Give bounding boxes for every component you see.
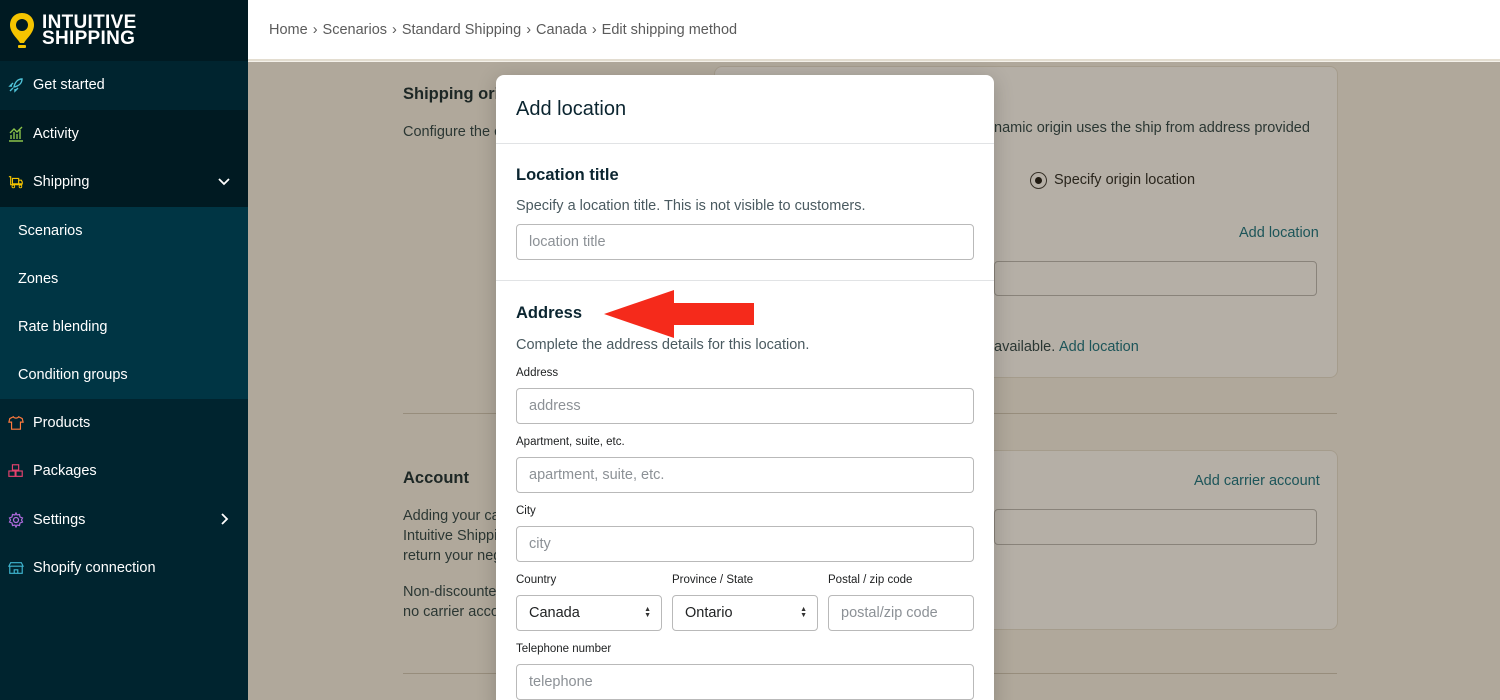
postal-input[interactable] (828, 595, 974, 631)
sidebar-item-settings[interactable]: Settings (0, 496, 248, 545)
sidebar-item-label: Shipping (33, 174, 90, 191)
sidebar-item-activity[interactable]: Activity (0, 109, 248, 158)
postal-field: Postal / zip code (828, 574, 974, 631)
activity-chart-icon (8, 126, 24, 142)
brand-name: INTUITIVE SHIPPING (42, 13, 137, 49)
select-arrows-icon: ▲ ▼ (644, 606, 651, 619)
breadcrumb-canada[interactable]: Canada (536, 22, 587, 38)
sidebar-item-get-started[interactable]: Get started (0, 61, 248, 110)
sidebar-item-shipping[interactable]: Shipping (0, 158, 248, 207)
sidebar-item-label: Packages (33, 463, 97, 480)
breadcrumb-current: Edit shipping method (601, 21, 738, 38)
location-title-input[interactable] (516, 224, 974, 260)
province-value: Ontario (685, 605, 733, 621)
chevron-right-icon[interactable] (218, 512, 230, 529)
address-input[interactable] (516, 388, 974, 424)
add-location-modal: Add location Location title Specify a lo… (496, 75, 994, 700)
apartment-label: Apartment, suite, etc. (516, 436, 625, 448)
sidebar-item-packages[interactable]: Packages (0, 447, 248, 496)
modal-title: Add location (496, 75, 994, 144)
rocket-icon (8, 77, 24, 93)
sidebar-item-products[interactable]: Products (0, 399, 248, 448)
gear-icon (8, 511, 24, 528)
sidebar-item-label: Get started (33, 77, 105, 94)
breadcrumb-scenarios[interactable]: Scenarios (323, 22, 387, 38)
location-title-desc: Specify a location title. This is not vi… (516, 198, 866, 214)
apartment-input[interactable] (516, 457, 974, 493)
province-select[interactable]: Ontario ▲ ▼ (672, 595, 818, 631)
breadcrumb-separator: › (312, 21, 318, 38)
province-label: Province / State (672, 574, 754, 586)
sidebar-item-scenarios[interactable]: Scenarios (0, 207, 248, 255)
location-title-section: Location title Specify a location title.… (496, 144, 994, 280)
country-field: Country Canada ▲ ▼ (516, 574, 662, 631)
shipping-submenu: Scenarios Zones Rate blending Condition … (0, 206, 248, 399)
city-label: City (516, 505, 536, 517)
breadcrumb-separator: › (591, 21, 597, 38)
sidebar-item-label: Activity (33, 125, 79, 142)
sidebar-item-zones[interactable]: Zones (0, 255, 248, 303)
sidebar-item-label: Rate blending (18, 318, 108, 335)
breadcrumb-separator: › (392, 21, 397, 38)
brand-logo[interactable]: INTUITIVE SHIPPING (0, 0, 248, 61)
sidebar-item-label: Settings (33, 511, 86, 528)
breadcrumb-home[interactable]: Home (269, 22, 308, 38)
address-label: Address (516, 367, 559, 379)
brand-line-2: SHIPPING (42, 27, 136, 49)
location-title-heading: Location title (516, 166, 619, 184)
province-field: Province / State Ontario ▲ ▼ (672, 574, 818, 631)
breadcrumb: Home › Scenarios › Standard Shipping › C… (248, 0, 1500, 61)
telephone-label: Telephone number (516, 643, 612, 655)
city-input[interactable] (516, 526, 974, 562)
postal-label: Postal / zip code (828, 574, 913, 586)
packages-icon (8, 463, 24, 479)
sidebar-item-condition-groups[interactable]: Condition groups (0, 351, 248, 399)
annotation-arrow-icon (604, 290, 754, 343)
sidebar-item-rate-blending[interactable]: Rate blending (0, 303, 248, 351)
sidebar-item-label: Scenarios (18, 222, 83, 239)
region-row: Country Canada ▲ ▼ Province / State Ontar… (516, 574, 974, 631)
sidebar-item-label: Condition groups (18, 366, 128, 383)
breadcrumb-standard-shipping[interactable]: Standard Shipping (402, 22, 521, 38)
telephone-input[interactable] (516, 664, 974, 700)
country-value: Canada (529, 605, 580, 621)
sidebar-item-label: Shopify connection (33, 560, 156, 577)
sidebar-item-label: Zones (18, 270, 59, 287)
sidebar: INTUITIVE SHIPPING Get started Activity … (0, 0, 248, 700)
address-section: Address Complete the address details for… (496, 281, 994, 700)
country-select[interactable]: Canada ▲ ▼ (516, 595, 662, 631)
store-icon (8, 560, 24, 576)
sidebar-item-label: Products (33, 414, 91, 431)
breadcrumb-separator: › (526, 21, 532, 38)
sidebar-item-shopify-connection[interactable]: Shopify connection (0, 544, 248, 593)
truck-icon (8, 174, 24, 190)
location-pin-icon (8, 11, 36, 51)
country-label: Country (516, 574, 557, 586)
shirt-icon (8, 415, 24, 431)
chevron-down-icon[interactable] (218, 175, 230, 191)
select-arrows-icon: ▲ ▼ (800, 606, 807, 619)
